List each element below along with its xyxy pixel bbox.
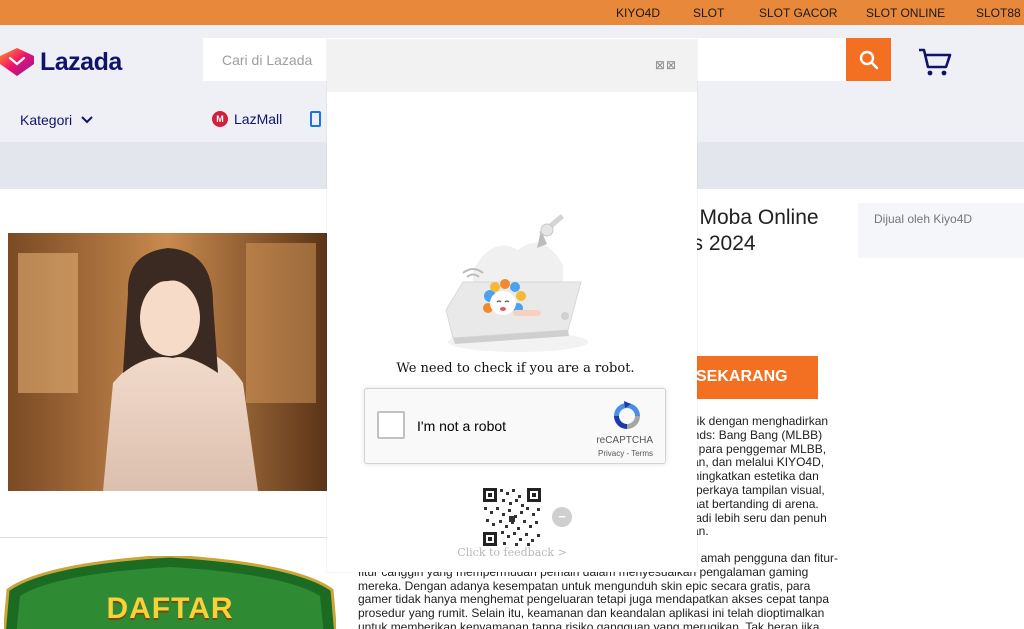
recaptcha-brand: reCAPTCHA <box>596 435 653 446</box>
recaptcha-widget: I'm not a robot reCAPTCHA Privacy - Term… <box>364 388 666 464</box>
daftar-banner[interactable]: DAFTAR <box>3 554 337 629</box>
recaptcha-logo-icon <box>614 401 640 429</box>
desc1-line: ends: Bang Bang (MLBB) <box>686 427 823 442</box>
search-button[interactable] <box>846 38 891 81</box>
lazmall-link[interactable]: M LazMall <box>212 111 282 127</box>
seller-label: Dijual oleh Kiyo4D <box>874 212 973 226</box>
desc2-line: untuk memberikan kenyamanan tanpa risiko… <box>358 619 820 629</box>
terms-link[interactable]: Terms <box>631 449 653 458</box>
desc1-line: gi para penggemar MLBB, <box>686 441 827 456</box>
collapse-button[interactable]: − <box>552 507 572 527</box>
chevron-down-icon <box>81 116 93 124</box>
description-text-1: arik dengan menghadirkan ends: Bang Bang… <box>686 414 838 539</box>
privacy-link[interactable]: Privacy <box>598 449 624 458</box>
desc1-line: saat bertanding di arena. <box>686 496 819 511</box>
close-icon[interactable]: ⊠⊠ <box>655 58 677 72</box>
product-title-line-1: e Moba Online <box>682 206 819 229</box>
product-hero-image <box>8 233 327 491</box>
desc1-line: arik dengan menghadirkan <box>686 414 829 428</box>
logo-text: Lazada <box>40 47 122 76</box>
recaptcha-links: Privacy - Terms <box>598 449 653 458</box>
desc1-line: eningkatkan estetika dan <box>686 469 819 484</box>
desc2-line: gamer tidak hanya menghemat pengeluaran … <box>358 592 829 607</box>
kategori-label: Kategori <box>20 112 73 128</box>
promo-link-slot[interactable]: SLOT <box>693 6 724 20</box>
lazmall-label: LazMall <box>234 111 283 127</box>
robot-check-message: We need to check if you are a robot. <box>396 361 635 376</box>
not-robot-checkbox[interactable] <box>377 411 405 439</box>
promo-link-kiyo4d[interactable]: KIYO4D <box>616 6 660 20</box>
kategori-dropdown[interactable]: Kategori <box>20 112 93 128</box>
search-icon <box>859 50 878 69</box>
cart-icon[interactable] <box>918 47 952 77</box>
not-robot-label: I'm not a robot <box>417 418 507 434</box>
lazada-heart-icon <box>0 48 34 76</box>
feedback-link[interactable]: Click to feedback > <box>327 546 697 559</box>
robot-illustration <box>445 214 588 352</box>
captcha-modal: ⊠⊠ We need to check if you are a robot. … <box>327 40 697 572</box>
product-title: e Moba Online tis 2024 <box>682 205 819 257</box>
desc2-line: mereka. Dengan adanya kesempatan untuk m… <box>358 578 811 593</box>
divider <box>0 537 340 538</box>
promo-link-slot-gacor[interactable]: SLOT GACOR <box>759 6 837 20</box>
lazada-logo[interactable]: Lazada <box>0 47 122 77</box>
desc2-line: prosedur yang rumit. Selain itu, keamana… <box>358 606 825 621</box>
modal-header: ⊠⊠ <box>327 40 697 92</box>
seller-box: Dijual oleh Kiyo4D <box>858 203 1024 258</box>
promo-bar: KIYO4D SLOT SLOT GACOR SLOT ONLINE SLOT8… <box>0 0 1024 25</box>
desc1-line: mperkaya tampilan visual, <box>686 482 825 497</box>
product-title-line-2: tis 2024 <box>682 232 756 255</box>
promo-link-slot88[interactable]: SLOT88 <box>976 6 1021 20</box>
phone-icon[interactable] <box>310 111 321 127</box>
qr-code-icon <box>482 487 542 547</box>
banner-text: DAFTAR <box>106 592 234 625</box>
desc1-line: kan, dan melalui KIYO4D, <box>686 455 825 470</box>
desc1-line: njadi lebih seru dan penuh <box>686 510 827 525</box>
lazmall-icon: M <box>212 111 228 127</box>
desc1-line: kan. <box>686 524 709 539</box>
promo-link-slot-online[interactable]: SLOT ONLINE <box>866 6 945 20</box>
product-photo <box>8 233 327 491</box>
